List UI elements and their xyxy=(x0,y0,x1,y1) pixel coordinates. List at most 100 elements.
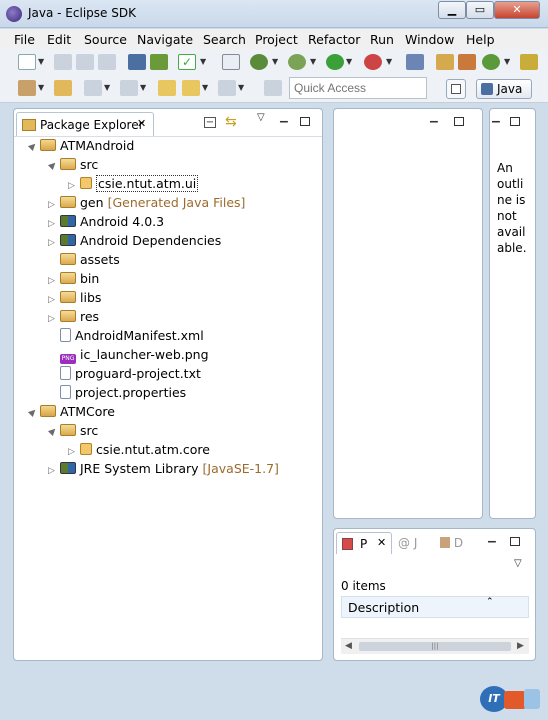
forward-icon[interactable] xyxy=(218,80,236,96)
maximize-view-icon[interactable] xyxy=(300,117,310,126)
previous-annotation-dropdown-icon[interactable]: ▼ xyxy=(140,83,146,92)
next-annotation-icon[interactable] xyxy=(84,80,102,96)
tree-item[interactable]: ▲ src xyxy=(20,421,320,440)
menu-file[interactable]: File xyxy=(14,32,35,47)
collapse-all-icon[interactable]: − xyxy=(204,117,216,128)
pin-editor-icon[interactable] xyxy=(264,80,282,96)
quick-access-input[interactable] xyxy=(289,77,427,99)
description-column-header[interactable]: Description ⌃ xyxy=(341,596,529,618)
minimize-view-icon[interactable]: ▁ xyxy=(280,112,288,123)
external-tools-icon[interactable] xyxy=(364,54,382,70)
menu-bar: File Edit Source Navigate Search Project… xyxy=(0,29,548,49)
previous-annotation-icon[interactable] xyxy=(120,80,138,96)
menu-navigate[interactable]: Navigate xyxy=(137,32,193,47)
tree-item[interactable]: ▷ csie.ntut.atm.core xyxy=(20,440,320,459)
new-dropdown-icon[interactable]: ▼ xyxy=(38,57,44,66)
scroll-right-icon[interactable]: ▶ xyxy=(517,641,524,651)
open-type-icon[interactable] xyxy=(482,54,500,70)
tab-problems[interactable]: P ✕ xyxy=(336,532,392,554)
link-with-editor-icon[interactable]: ⇆ xyxy=(225,114,237,130)
menu-refactor[interactable]: Refactor xyxy=(308,32,360,47)
annotation-dropdown-icon[interactable]: ▼ xyxy=(38,83,44,92)
scrollbar-thumb[interactable]: ||| xyxy=(359,642,511,651)
tree-item[interactable]: AndroidManifest.xml xyxy=(20,326,320,345)
tree-item[interactable]: ▷ libs xyxy=(20,288,320,307)
tree-item[interactable]: ▷ csie.ntut.atm.ui xyxy=(20,174,320,193)
minimize-button[interactable]: ▁ xyxy=(438,1,466,19)
search-icon[interactable] xyxy=(520,54,538,70)
maximize-outline-icon[interactable] xyxy=(510,117,520,126)
save-all-icon[interactable] xyxy=(76,54,94,70)
tab-package-explorer[interactable]: Package Explorer ✕ xyxy=(16,112,154,136)
next-annotation-dropdown-icon[interactable]: ▼ xyxy=(104,83,110,92)
tree-item[interactable]: ▷ Android 4.0.3 xyxy=(20,212,320,231)
close-tab-icon[interactable]: ✕ xyxy=(137,117,146,130)
back-icon[interactable] xyxy=(182,80,200,96)
horizontal-scrollbar[interactable]: ◀ ||| ▶ xyxy=(341,638,529,654)
forward-dropdown-icon[interactable]: ▼ xyxy=(238,83,244,92)
tree-item[interactable]: assets xyxy=(20,250,320,269)
task-dropdown-icon[interactable]: ▼ xyxy=(200,57,206,66)
view-menu-icon[interactable]: ▽ xyxy=(257,112,265,123)
menu-project[interactable]: Project xyxy=(255,32,298,47)
back-dropdown-icon[interactable]: ▼ xyxy=(202,83,208,92)
tab-declaration[interactable]: D xyxy=(440,536,463,550)
last-edit-location-icon[interactable] xyxy=(158,80,176,96)
open-type-dropdown-icon[interactable]: ▼ xyxy=(504,57,510,66)
tree-item[interactable]: ▲ ATMAndroid xyxy=(20,136,320,155)
open-perspective-button[interactable] xyxy=(446,79,466,99)
close-window-button[interactable]: ✕ xyxy=(494,1,540,19)
android-sdk-manager-icon[interactable] xyxy=(128,54,146,70)
skip-breakpoints-icon[interactable] xyxy=(406,54,424,70)
print-icon[interactable] xyxy=(98,54,116,70)
android-project-icon[interactable] xyxy=(222,54,240,70)
checkbox-task-icon[interactable]: ✓ xyxy=(178,54,196,70)
debug-icon[interactable] xyxy=(288,54,306,70)
declaration-icon xyxy=(440,537,450,548)
tree-item[interactable]: project.properties xyxy=(20,383,320,402)
android-avd-manager-icon[interactable] xyxy=(150,54,168,70)
tree-item[interactable]: ▷ bin xyxy=(20,269,320,288)
maximize-button[interactable]: ▭ xyxy=(466,1,494,19)
external-tools-dropdown-icon[interactable]: ▼ xyxy=(386,57,392,66)
new-icon[interactable] xyxy=(18,54,36,70)
scroll-left-icon[interactable]: ◀ xyxy=(345,641,352,651)
debug-dropdown-icon[interactable]: ▼ xyxy=(310,57,316,66)
maximize-editor-icon[interactable] xyxy=(454,117,464,126)
annotation-icon[interactable] xyxy=(18,80,36,96)
menu-search[interactable]: Search xyxy=(203,32,246,47)
tree-item[interactable]: ▷ gen [Generated Java Files] xyxy=(20,193,320,212)
collapsed-arrow-icon[interactable]: ▷ xyxy=(48,462,60,481)
open-folder-icon[interactable] xyxy=(54,80,72,96)
run-icon[interactable] xyxy=(326,54,344,70)
problems-view-menu-icon[interactable]: ▽ xyxy=(514,558,522,569)
run-dropdown-icon[interactable]: ▼ xyxy=(346,57,352,66)
tree-item[interactable]: proguard-project.txt xyxy=(20,364,320,383)
window-title: Java - Eclipse SDK xyxy=(28,6,136,20)
lint-dropdown-icon[interactable]: ▼ xyxy=(272,57,278,66)
tree-item[interactable]: ▲ ATMCore xyxy=(20,402,320,421)
tree-item-label: ic_launcher-web.png xyxy=(80,347,209,362)
menu-window[interactable]: Window xyxy=(405,32,454,47)
tree-item[interactable]: ▷ Android Dependencies xyxy=(20,231,320,250)
tree-item-label: proguard-project.txt xyxy=(75,366,201,381)
save-icon[interactable] xyxy=(54,54,72,70)
tree-item[interactable]: ▲ src xyxy=(20,155,320,174)
new-java-package-icon[interactable] xyxy=(436,54,454,70)
maximize-problems-icon[interactable] xyxy=(510,537,520,546)
android-lint-icon[interactable] xyxy=(250,54,268,70)
tree-item[interactable]: ▷ JRE System Library [JavaSE-1.7] xyxy=(20,459,320,478)
minimize-editor-icon[interactable]: ▁ xyxy=(430,112,438,123)
menu-edit[interactable]: Edit xyxy=(47,32,71,47)
java-perspective-button[interactable]: Java xyxy=(476,79,532,99)
tree-item[interactable]: ▷ res xyxy=(20,307,320,326)
new-java-class-icon[interactable] xyxy=(458,54,476,70)
minimize-problems-icon[interactable]: ▁ xyxy=(488,532,496,543)
close-problems-tab-icon[interactable]: ✕ xyxy=(377,536,386,549)
tree-item[interactable]: PNG ic_launcher-web.png xyxy=(20,345,320,364)
menu-run[interactable]: Run xyxy=(370,32,394,47)
tab-javadoc[interactable]: @ J xyxy=(398,536,417,550)
menu-help[interactable]: Help xyxy=(466,32,495,47)
menu-source[interactable]: Source xyxy=(84,32,127,47)
minimize-outline-icon[interactable]: ▁ xyxy=(492,112,500,123)
